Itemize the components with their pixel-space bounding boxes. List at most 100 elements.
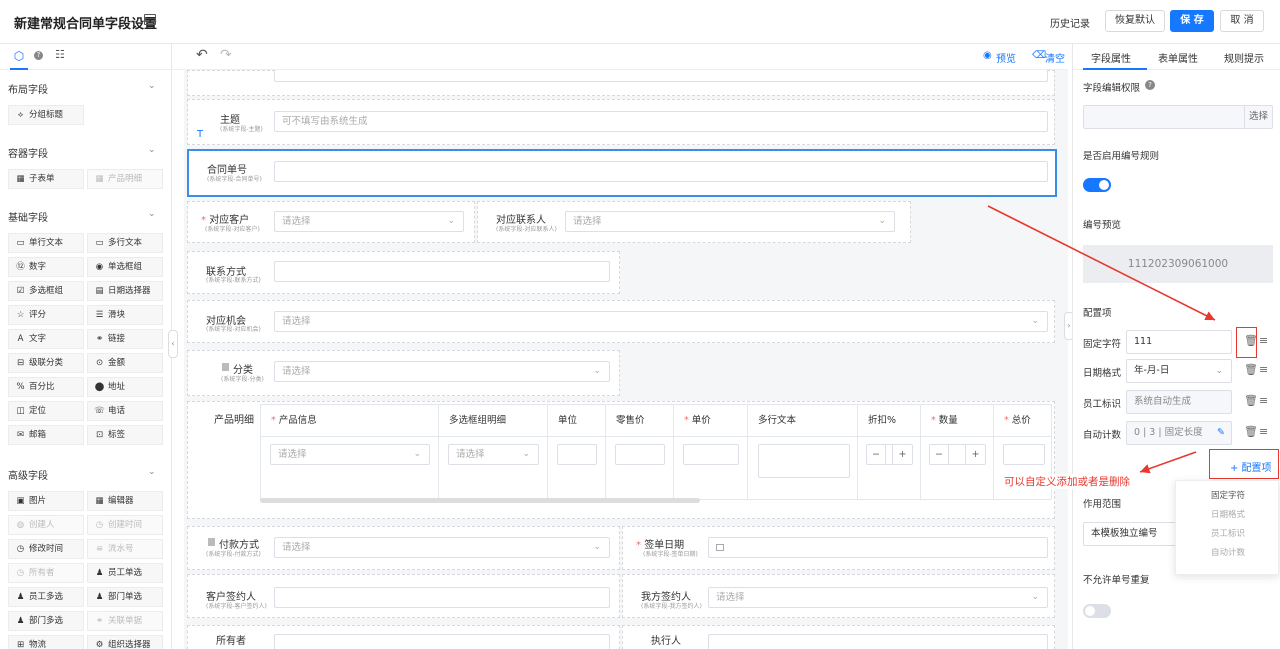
palette-item[interactable]: % 百分比 (8, 377, 84, 397)
enable-rule-toggle[interactable] (1083, 178, 1111, 192)
trash-icon[interactable]: 🗑 (1244, 394, 1258, 407)
palette-item[interactable]: ♟ 员工单选 (87, 563, 163, 583)
field-category[interactable]: 分类 (系统字段-分类) 请选择 ⌄ (187, 350, 620, 396)
group-layout[interactable]: 布局字段 (8, 81, 48, 96)
minus-icon[interactable]: − (935, 445, 943, 464)
palette-item[interactable]: ⚭ 链接 (87, 329, 163, 349)
palette-item[interactable]: ▦ 编辑器 (87, 491, 163, 511)
customer-select[interactable]: 请选择 ⌄ (274, 211, 464, 232)
tree-icon[interactable]: ☷ (55, 48, 65, 61)
palette-item[interactable]: ⊙ 金额 (87, 353, 163, 373)
palette-item[interactable]: ⊞ 物流 (8, 635, 84, 649)
palette-item[interactable]: ♟ 员工多选 (8, 587, 84, 607)
field-customer[interactable]: * 对应客户 (系统字段-对应客户) 请选择 ⌄ (187, 201, 475, 243)
field-contact-way[interactable]: 联系方式 (系统字段-联系方式) (187, 251, 620, 294)
cell-stepper[interactable]: − + (866, 444, 913, 465)
dropdown-option[interactable]: 日期格式 (1176, 508, 1280, 520)
palette-item-subform[interactable]: ▦ 子表单 (8, 169, 84, 189)
trash-icon[interactable]: 🗑 (1244, 425, 1258, 438)
palette-item[interactable]: ⑫ 数字 (8, 257, 84, 277)
cell-select[interactable]: 请选择 ⌄ (270, 444, 430, 465)
scope-select[interactable]: 本模板独立编号 (1083, 522, 1178, 546)
category-select[interactable]: 请选择 ⌄ (274, 361, 610, 382)
field-contract-number[interactable]: 合同单号 (系统字段-合同单号) (187, 149, 1057, 197)
save-button[interactable]: 保 存 (1170, 10, 1214, 32)
payment-select[interactable]: 请选择 ⌄ (274, 537, 610, 558)
palette-item[interactable]: ◷ 修改时间 (8, 539, 84, 559)
field-owner[interactable]: 所有者 (187, 625, 620, 649)
table-scrollbar[interactable] (260, 498, 700, 503)
palette-item[interactable]: ▣ 图片 (8, 491, 84, 511)
dropdown-option[interactable]: 自动计数 (1176, 546, 1280, 558)
our-signer-select[interactable]: 请选择 ⌄ (708, 587, 1048, 608)
drag-handle-icon[interactable]: ≡ (1259, 425, 1268, 438)
help-icon[interactable]: ? (34, 51, 43, 60)
chevron-down-icon[interactable]: ⌄ (148, 145, 156, 155)
executor-input[interactable] (708, 634, 1048, 649)
palette-item[interactable]: ♟ 部门单选 (87, 587, 163, 607)
partial-input[interactable] (274, 70, 1048, 82)
collapse-left-handle[interactable]: ‹ (168, 330, 178, 358)
dropdown-option[interactable]: 员工标识 (1176, 527, 1280, 539)
field-our-signer[interactable]: 我方签约人 (系统字段-我方签约人) 请选择 ⌄ (622, 574, 1055, 618)
cell-input[interactable] (683, 444, 739, 465)
contact-way-input[interactable] (274, 261, 610, 282)
palette-item[interactable]: ✉ 邮箱 (8, 425, 84, 445)
help-icon[interactable]: ? (1145, 80, 1155, 90)
palette-item[interactable]: ▭ 多行文本 (87, 233, 163, 253)
opportunity-select[interactable]: 请选择 ⌄ (274, 311, 1048, 332)
trash-icon[interactable]: 🗑 (1244, 363, 1258, 376)
chevron-down-icon[interactable]: ⌄ (148, 467, 156, 477)
palette-item[interactable]: ☏ 电话 (87, 401, 163, 421)
palette-item[interactable]: ⊡ 标签 (87, 425, 163, 445)
field-subject[interactable]: 主题 (系统字段-主题) T 可不填写由系统生成 (187, 99, 1055, 145)
edit-permission-input[interactable]: 选择 (1083, 105, 1273, 129)
palette-item-group-title[interactable]: ⟡ 分组标题 (8, 105, 84, 125)
history-link[interactable]: 历史记录 (1050, 15, 1090, 30)
field-contact[interactable]: 对应联系人 (系统字段-对应联系人) 请选择 ⌄ (477, 201, 911, 243)
cell-textarea[interactable] (758, 444, 850, 478)
cell-input[interactable] (615, 444, 665, 465)
config-row-input[interactable]: 111 (1126, 330, 1232, 354)
redo-icon[interactable]: ↷ (220, 47, 232, 63)
preview-button[interactable]: 预览 (996, 50, 1016, 65)
undo-icon[interactable]: ↶ (196, 47, 208, 63)
palette-item[interactable]: ☆ 评分 (8, 305, 84, 325)
add-config-button[interactable]: + 配置项 (1230, 459, 1272, 474)
cube-icon[interactable]: ⬡ (12, 49, 26, 63)
select-button[interactable]: 选择 (1244, 106, 1272, 128)
contract-number-input[interactable] (274, 161, 1048, 182)
config-row-input[interactable]: 0 | 3 | 固定长度 ✎ (1126, 421, 1232, 445)
field-executor[interactable]: 执行人 (622, 625, 1055, 649)
tab-rule-hints[interactable]: 规则提示 (1224, 50, 1264, 65)
plus-icon[interactable]: + (965, 445, 985, 464)
restore-default-button[interactable]: 恢复默认 (1105, 10, 1165, 32)
cell-input[interactable] (1003, 444, 1045, 465)
cell-input[interactable] (557, 444, 597, 465)
field-customer-signer[interactable]: 客户签约人 (系统字段-客户签约人) (187, 574, 620, 618)
group-advanced[interactable]: 高级字段 (8, 467, 48, 482)
drag-handle-icon[interactable]: ≡ (1259, 334, 1268, 347)
edit-icon[interactable]: ✎ (1217, 422, 1225, 444)
palette-item[interactable]: ◫ 定位 (8, 401, 84, 421)
config-row-input[interactable]: 年-月-日 ⌄ (1126, 359, 1232, 383)
plus-icon[interactable]: + (892, 445, 912, 464)
drag-handle-icon[interactable]: ≡ (1259, 394, 1268, 407)
palette-item[interactable]: ▤ 日期选择器 (87, 281, 163, 301)
field-sign-date[interactable]: * 签单日期 (系统字段-签单日期) (622, 526, 1055, 570)
tab-field-props[interactable]: 字段属性 (1091, 50, 1131, 65)
cancel-button[interactable]: 取 消 (1220, 10, 1264, 32)
field-product-detail[interactable]: 产品明细 * 产品信息 请选择 ⌄ 多选框组明细 请选择 ⌄ 单位 零售价 * 单价 多行文本 折扣… (187, 401, 1055, 519)
cell-stepper[interactable]: − + (929, 444, 986, 465)
customer-signer-input[interactable] (274, 587, 610, 608)
layout-icon[interactable] (144, 14, 156, 25)
dropdown-option[interactable]: 固定字符 (1176, 489, 1280, 501)
contact-select[interactable]: 请选择 ⌄ (565, 211, 895, 232)
palette-item[interactable]: ▭ 单行文本 (8, 233, 84, 253)
palette-item[interactable]: ⊟ 级联分类 (8, 353, 84, 373)
palette-item[interactable]: ⬤ 地址 (87, 377, 163, 397)
palette-item[interactable]: ☑ 多选框组 (8, 281, 84, 301)
palette-item[interactable]: ☰ 滑块 (87, 305, 163, 325)
field-payment[interactable]: 付款方式 (系统字段-付款方式) 请选择 ⌄ (187, 526, 620, 570)
drag-handle-icon[interactable]: ≡ (1259, 363, 1268, 376)
